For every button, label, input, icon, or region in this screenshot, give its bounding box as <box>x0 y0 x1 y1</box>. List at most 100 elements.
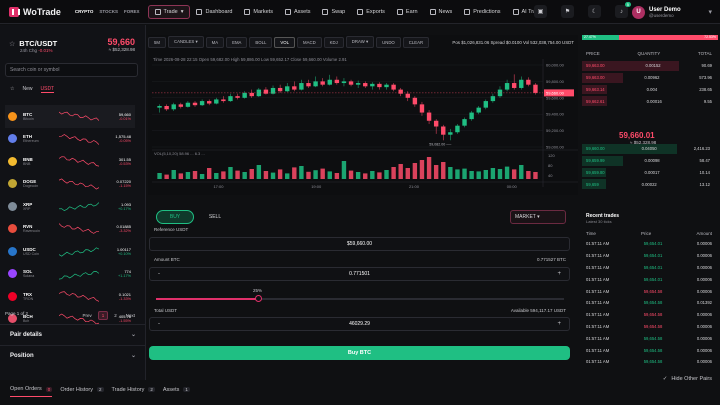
trade-amount: 0.00006 <box>696 347 712 353</box>
star-icon[interactable]: ☆ <box>10 86 14 93</box>
coin-row[interactable]: DOGE Dogecoin 0.07220 -1.15% <box>5 173 135 196</box>
star-icon[interactable]: ☆ <box>9 40 15 48</box>
nav-markets[interactable]: Markets <box>238 6 279 18</box>
market-tab-forex[interactable]: FOREX <box>124 9 140 14</box>
amount-field[interactable]: - 0.771501 + <box>149 267 570 281</box>
candle-body <box>370 83 375 87</box>
orderbook-row[interactable]: 59,660.00 0.04050 2,416.23 <box>582 143 718 155</box>
nav-dashboard[interactable]: Dashboard <box>190 6 238 18</box>
market-tab-stocks[interactable]: STOCKS <box>99 9 118 14</box>
tab-count: 2 <box>148 387 155 392</box>
buy-button[interactable]: Buy BTC <box>149 346 570 360</box>
coin-row[interactable]: USDC USD Coin 1.00117 +0.10% <box>5 240 135 263</box>
coin-row[interactable]: BTC Bitcoin 59,660 -0.01% <box>5 105 135 128</box>
trade-row: 01:57:11 AM 59,654.58 0.00006 <box>582 321 718 333</box>
time-tick-label: 19:00 <box>311 184 322 189</box>
sell-tab[interactable]: SELL <box>196 210 234 224</box>
candle-body <box>441 126 446 135</box>
minus-button[interactable]: - <box>158 321 160 327</box>
trade-row: 01:57:11 AM 59,654.01 0.00006 <box>582 273 718 285</box>
coin-names: TRX TRON <box>23 292 57 301</box>
volume-bar <box>355 172 361 179</box>
coin-names: USDC USD Coin <box>23 247 57 256</box>
coin-row[interactable]: SOL Solana 774 +1.17% <box>5 263 135 286</box>
tab-order-history[interactable]: Order History 2 <box>60 383 104 397</box>
plus-button[interactable]: + <box>557 271 561 277</box>
volume-bar <box>455 169 460 179</box>
coin-name: Solana <box>23 274 35 279</box>
hide-other-pairs-toggle[interactable]: ✓ Hide Other Pairs <box>663 374 712 384</box>
pair-details-accordion[interactable]: Pair details ⌄ <box>0 324 146 346</box>
tab-open-orders[interactable]: Open Orders 0 <box>10 382 53 397</box>
amount-slider[interactable] <box>156 295 564 302</box>
nav-assets[interactable]: Assets <box>279 6 317 18</box>
volume-bar <box>228 167 233 179</box>
candle-body <box>448 132 453 135</box>
volume-bar <box>320 168 325 179</box>
orderbook-row[interactable]: 59,663.14 0.004 238.65 <box>582 84 720 96</box>
amount-label: Amount BTC <box>154 257 180 262</box>
nav-exports[interactable]: Exports <box>351 6 391 18</box>
pair-change: -0.01% <box>38 48 53 53</box>
tab-assets[interactable]: Assets 1 <box>163 383 190 397</box>
candle-body <box>455 125 460 133</box>
orderbook-row[interactable]: 59,659.99 0.00098 58.47 <box>582 155 718 167</box>
coin-row[interactable]: BNB BNB 301.55 -0.53% <box>5 150 135 173</box>
volume-bar <box>164 174 169 179</box>
market-tab-crypto[interactable]: CRYPTO <box>75 9 94 14</box>
nav-trade[interactable]: Trade ▾ <box>147 4 191 19</box>
total-field[interactable]: - 46029.29 + <box>149 317 570 331</box>
prev-button[interactable]: Prev <box>79 312 94 319</box>
candle-body <box>277 87 283 92</box>
filter-new[interactable]: New <box>22 86 32 93</box>
slider-handle[interactable] <box>255 295 262 302</box>
orderbook-row[interactable]: 59,663.00 0.00962 573.96 <box>582 72 720 84</box>
page-2-button[interactable]: 2 <box>111 312 120 319</box>
coin-values: 59,660 -0.01% <box>119 112 131 121</box>
nav-swap[interactable]: Swap <box>316 6 351 18</box>
coin-icon <box>8 111 17 121</box>
bell-icon[interactable]: ♪ 5 <box>615 2 631 18</box>
sparkline-line <box>59 270 99 280</box>
next-button[interactable]: Next <box>123 312 138 319</box>
trade-row: 01:57:11 AM 59,654.58 0.00006 <box>582 309 718 321</box>
ai-trade-icon <box>512 8 519 15</box>
nav-earn[interactable]: Earn <box>391 6 424 18</box>
app-logo[interactable]: WoTrade <box>9 6 61 17</box>
price-tick-label: 59,200.00 <box>546 128 565 133</box>
coin-row[interactable]: TRX TRON 0.1021 -1.33% <box>5 285 135 308</box>
price-chart[interactable]: VOL(5,10,20) 58.96 ... 6.3 ...60,000.005… <box>148 35 578 195</box>
coin-row[interactable]: XRP XRP 1.093 +0.17% <box>5 195 135 218</box>
volume-bar <box>462 168 467 179</box>
moon-icon[interactable]: ☾ <box>588 5 601 18</box>
tab-trade-history[interactable]: Trade History 2 <box>112 383 155 397</box>
language-flag-icon[interactable]: ⚑ <box>561 5 574 18</box>
coin-names: ETH Ethereum <box>23 134 57 143</box>
mid-price-value: 59,660.01 <box>619 131 655 140</box>
search-input[interactable]: Search coin or symbol <box>5 63 138 77</box>
user-menu[interactable]: U User Demo @userdemo ▾ <box>632 3 712 21</box>
nav-news[interactable]: News <box>424 6 459 18</box>
position-accordion[interactable]: Position ⌄ <box>0 345 146 367</box>
orderbook-row[interactable]: 59,659 0.00022 13.12 <box>582 178 718 190</box>
candle-body <box>285 86 290 92</box>
buy-tab[interactable]: BUY <box>156 210 194 224</box>
coin-row[interactable]: RVN Ravencoin 0.01885 -3.32% <box>5 218 135 241</box>
order-type-select[interactable]: MARKET ▾ <box>510 210 566 224</box>
orderbook-row[interactable]: 59,663.00 0.00152 90.69 <box>582 60 720 72</box>
nav-predictions[interactable]: Predictions <box>458 6 506 18</box>
orderbook-row[interactable]: 59,662.61 0.00016 9.55 <box>582 95 720 107</box>
plus-button[interactable]: + <box>557 321 561 327</box>
candle-body <box>157 106 162 108</box>
coin-row[interactable]: ETH Ethereum 1,575.48 -0.05% <box>5 128 135 151</box>
minus-button[interactable]: - <box>158 271 160 277</box>
filter-usdt[interactable]: USDT <box>40 86 55 93</box>
coin-icon <box>8 269 17 279</box>
sparkline-line <box>59 133 99 145</box>
trade-price: 59,654.58 <box>643 359 663 365</box>
wallet-icon[interactable]: ▣ <box>534 5 547 18</box>
col-quantity: QUANTITY <box>637 50 661 56</box>
page-1-button[interactable]: 1 <box>97 311 109 320</box>
orderbook-row[interactable]: 59,659.80 0.00017 10.14 <box>582 167 718 179</box>
coin-values: 1,575.48 -0.05% <box>115 134 131 143</box>
